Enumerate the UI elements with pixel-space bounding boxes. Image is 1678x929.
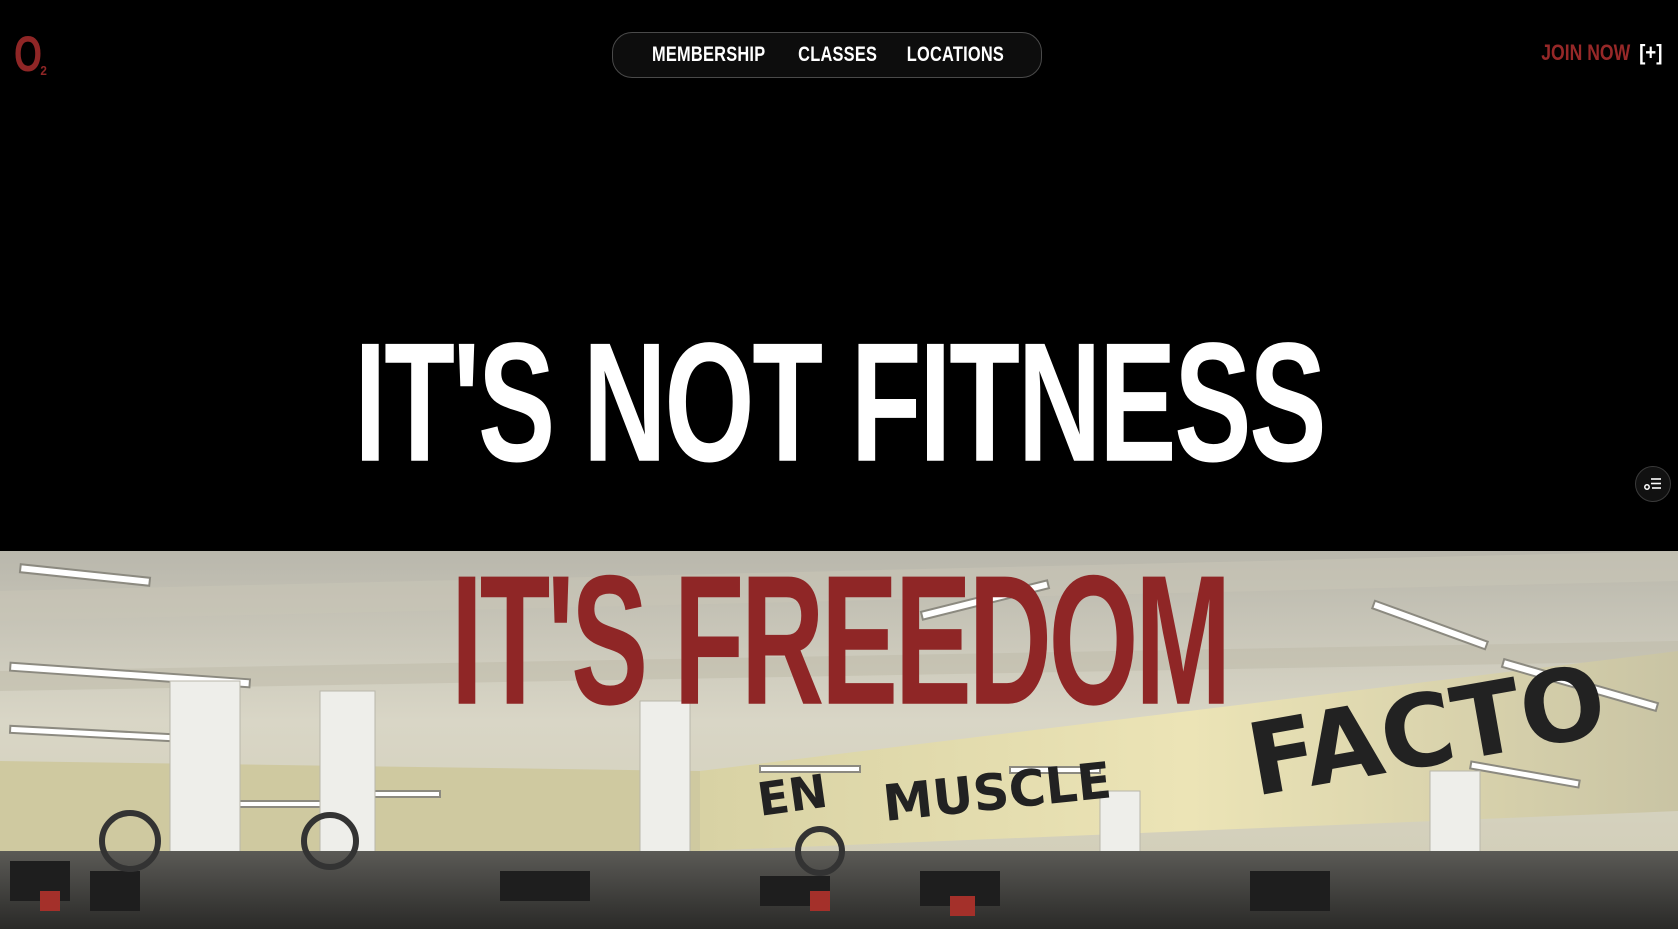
main-nav: MEMBERSHIP CLASSES LOCATIONS <box>612 32 1042 78</box>
accessibility-settings-icon <box>1644 478 1661 490</box>
hero-subheadline: IT'S FREEDOM <box>0 548 1678 758</box>
logo-subscript: 2 <box>40 63 47 78</box>
plus-icon: [+] <box>1638 40 1662 65</box>
nav-membership[interactable]: MEMBERSHIP <box>652 43 765 67</box>
logo-letter: O <box>14 26 43 82</box>
join-now-label: JOIN NOW <box>1541 40 1631 65</box>
hero-headline: IT'S NOT FITNESS <box>0 318 1678 518</box>
nav-classes[interactable]: CLASSES <box>798 43 877 67</box>
hero-subheadline-text: IT'S FREEDOM <box>450 536 1230 744</box>
nav-locations[interactable]: LOCATIONS <box>907 43 1004 67</box>
sign-en: EN <box>754 764 831 827</box>
brand-logo[interactable]: O 2 <box>14 28 54 80</box>
accessibility-settings-button[interactable] <box>1635 466 1671 502</box>
join-now-button[interactable]: JOIN NOW [+] <box>1519 40 1664 66</box>
hero-headline-text: IT'S NOT FITNESS <box>353 307 1326 498</box>
